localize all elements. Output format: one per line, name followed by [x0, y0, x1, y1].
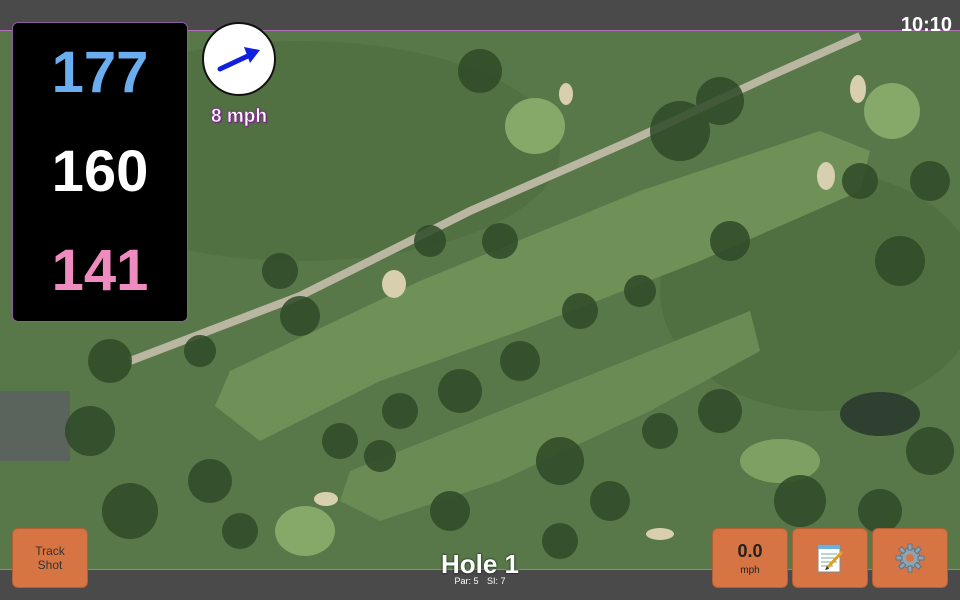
speed-value: 0.0	[737, 540, 763, 561]
yardage-center: 160	[51, 138, 149, 204]
track-shot-label-line2: Shot	[37, 558, 63, 572]
hole-title: Hole 1	[440, 549, 520, 579]
wind-indicator	[202, 22, 276, 96]
yardage-panel[interactable]: 177 160 141	[12, 22, 188, 322]
hole-details: Par: 5 SI: 7	[380, 576, 580, 586]
speed-button[interactable]: 0.0 mph	[712, 528, 788, 588]
notepad-icon	[817, 544, 844, 573]
wind-speed-label: 8 mph	[211, 106, 267, 128]
hole-stroke-index: SI: 7	[487, 576, 506, 586]
hole-par: Par: 5	[454, 576, 479, 586]
gear-icon	[895, 543, 925, 573]
settings-button[interactable]	[872, 528, 948, 588]
status-time: 10:10	[900, 14, 952, 36]
yardage-back: 177	[51, 39, 149, 105]
yardage-front: 141	[51, 238, 149, 304]
track-shot-button[interactable]: Track Shot	[12, 528, 88, 588]
speed-unit: mph	[740, 564, 760, 576]
wind-direction-arrow-icon	[217, 47, 260, 72]
hole-info: Hole 1 Par: 5 SI: 7	[380, 550, 580, 586]
notes-button[interactable]	[792, 528, 868, 588]
track-shot-label-line1: Track	[35, 544, 65, 558]
